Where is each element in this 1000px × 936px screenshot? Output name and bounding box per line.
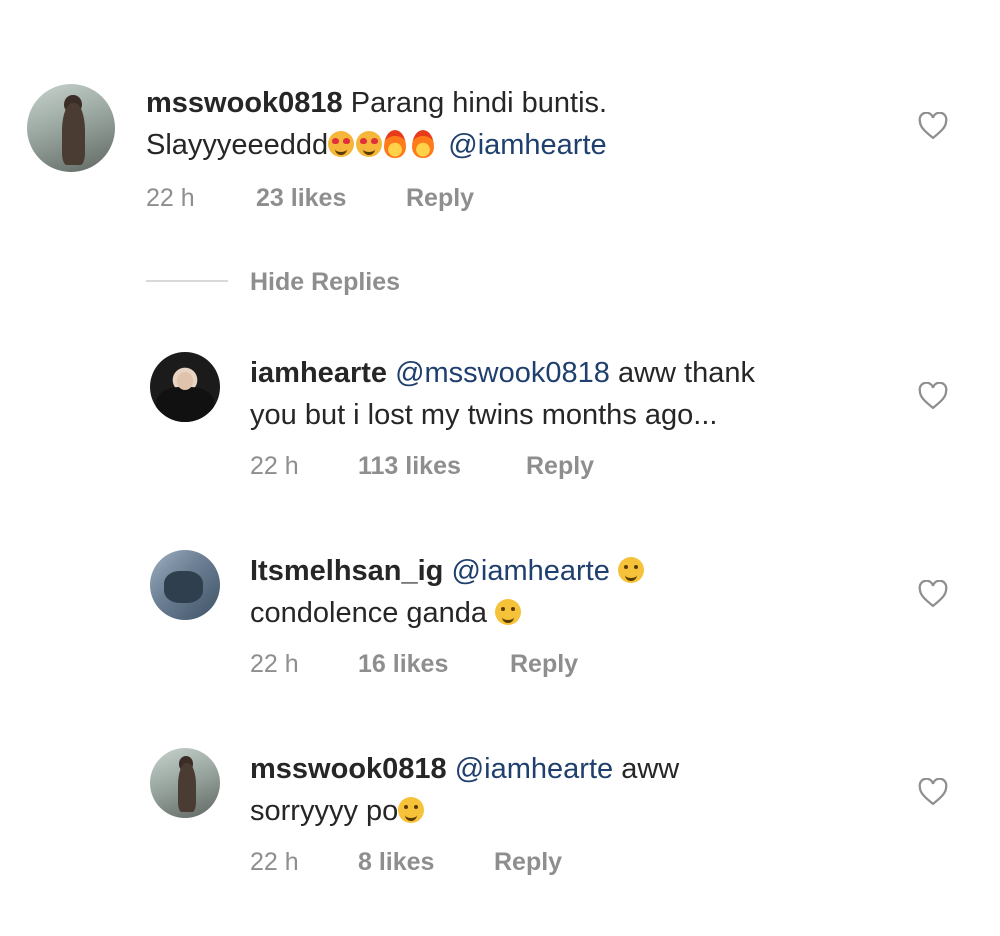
comment-body: you but i lost my twins months ago... <box>250 399 718 431</box>
grinning-squint-face-icon <box>617 557 644 583</box>
comment-username[interactable]: msswook0818 <box>250 753 447 785</box>
comment-body: sorryyyy po <box>250 795 399 827</box>
smirking-face-icon <box>398 797 425 823</box>
likes-count[interactable]: 113 likes <box>358 452 526 481</box>
avatar[interactable] <box>150 550 220 620</box>
comment-body: aww thank <box>617 357 755 389</box>
comment-username[interactable]: msswook0818 <box>146 87 343 119</box>
replies-divider <box>146 280 228 282</box>
comment-meta: 22 h 23 likes Reply <box>146 184 474 213</box>
reply-button[interactable]: Reply <box>510 650 578 679</box>
likes-count[interactable]: 16 likes <box>358 650 510 679</box>
comment-text: msswook0818 @iamhearte aww sorryyyy po <box>250 748 890 832</box>
reply-button[interactable]: Reply <box>526 452 594 481</box>
comment-username[interactable]: Itsmelhsan_ig <box>250 555 443 587</box>
comment-time: 22 h <box>146 184 195 212</box>
hide-replies-button[interactable]: Hide Replies <box>250 268 400 297</box>
comment-time: 22 h <box>250 452 299 480</box>
comment-time: 22 h <box>250 848 299 876</box>
avatar[interactable] <box>150 352 220 422</box>
comment-username[interactable]: iamhearte <box>250 357 387 389</box>
likes-count[interactable]: 8 likes <box>358 848 494 877</box>
fire-icon <box>412 130 435 158</box>
mention-link[interactable]: @iamhearte <box>451 555 609 587</box>
avatar[interactable] <box>27 84 115 172</box>
comment-meta: 22 h 8 likes Reply <box>250 848 562 877</box>
heart-eyes-face-icon <box>356 131 383 157</box>
like-heart-icon[interactable] <box>918 382 948 410</box>
comment-body: condolence ganda <box>250 597 488 629</box>
comment-text: msswook0818 Parang hindi buntis. Slayyye… <box>146 82 866 166</box>
reply-button[interactable]: Reply <box>494 848 562 877</box>
reply-button[interactable]: Reply <box>406 184 474 213</box>
heart-eyes-face-icon <box>328 131 355 157</box>
smiling-face-icon <box>495 599 522 625</box>
comment-body: Slayyyeeeddd <box>146 129 329 161</box>
likes-count[interactable]: 23 likes <box>256 184 406 213</box>
comment-text: Itsmelhsan_ig @iamhearte condolence gand… <box>250 550 890 634</box>
comment-body: Parang hindi buntis. <box>350 87 608 119</box>
reply-item: msswook0818 @iamhearte aww sorryyyy po 2… <box>0 740 1000 900</box>
mention-link[interactable]: @iamhearte <box>448 129 606 161</box>
comment-body: aww <box>621 753 680 785</box>
comment-text: iamhearte @msswook0818 aww thank you but… <box>250 352 890 436</box>
like-heart-icon[interactable] <box>918 580 948 608</box>
like-heart-icon[interactable] <box>918 778 948 806</box>
like-heart-icon[interactable] <box>918 112 948 140</box>
avatar[interactable] <box>150 748 220 818</box>
comment-meta: 22 h 16 likes Reply <box>250 650 578 679</box>
comment-item: msswook0818 Parang hindi buntis. Slayyye… <box>0 0 1000 240</box>
mention-link[interactable]: @iamhearte <box>455 753 613 785</box>
reply-item: iamhearte @msswook0818 aww thank you but… <box>0 340 1000 500</box>
reply-item: Itsmelhsan_ig @iamhearte condolence gand… <box>0 540 1000 700</box>
comment-time: 22 h <box>250 650 299 678</box>
mention-link[interactable]: @msswook0818 <box>395 357 610 389</box>
fire-icon <box>384 130 407 158</box>
comment-meta: 22 h 113 likes Reply <box>250 452 594 481</box>
